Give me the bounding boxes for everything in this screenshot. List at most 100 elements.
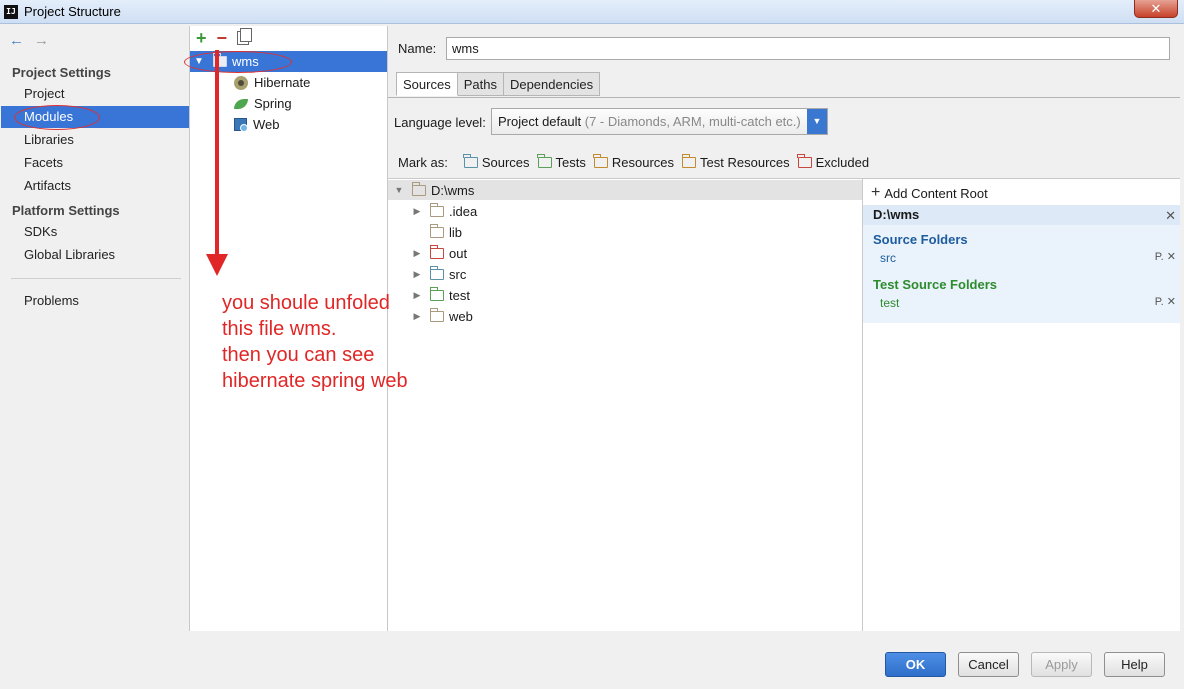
module-facet-hibernate[interactable]: Hibernate [234, 72, 310, 93]
tree-item-lib[interactable]: lib [429, 222, 463, 243]
module-name-field[interactable]: wms [446, 37, 1170, 60]
content-tree-root[interactable]: ▼ D:\wms [388, 180, 862, 200]
title-bar: IJ Project Structure ✕ [0, 0, 1184, 24]
folder-icon [411, 181, 426, 196]
help-button[interactable]: Help [1104, 652, 1165, 677]
language-level-select[interactable]: Project default (7 - Diamonds, ARM, mult… [491, 108, 828, 135]
mark-sources-button[interactable]: Sources [463, 154, 530, 170]
web-icon [234, 118, 248, 132]
tree-item-label: lib [449, 225, 463, 240]
back-arrow-icon[interactable]: ← [9, 32, 24, 49]
forward-arrow-icon[interactable]: → [34, 32, 49, 49]
annotation-text: you shoule unfoled this file wms. then y… [222, 290, 408, 394]
folder-icon [429, 224, 444, 238]
modules-highlight-ellipse [14, 105, 100, 130]
source-folder-entry[interactable]: src [880, 251, 896, 265]
project-settings-header: Project Settings [12, 65, 111, 80]
content-root-panel: + Add Content Root D:\wms ✕ Source Folde… [863, 178, 1180, 631]
annotation-arrow-shaft [215, 50, 219, 255]
content-root-path: D:\wms [873, 207, 920, 222]
tab-dependencies[interactable]: Dependencies [503, 72, 601, 96]
mark-excluded-button[interactable]: Excluded [797, 154, 869, 170]
tree-item-label: out [449, 246, 468, 261]
add-content-root-button[interactable]: + Add Content Root [871, 184, 988, 202]
tree-item-src[interactable]: ▶ src [410, 264, 466, 285]
nav-item-libraries[interactable]: Libraries [1, 129, 189, 151]
mark-tests-label: Tests [555, 155, 586, 170]
collapse-arrow-icon[interactable]: ▼ [392, 185, 406, 195]
module-toolbar: + − [196, 28, 253, 48]
test-source-folders-header: Test Source Folders [873, 277, 998, 292]
excluded-folder-icon [797, 154, 812, 168]
tree-item-web[interactable]: ▶ web [410, 306, 473, 327]
window-close-button[interactable]: ✕ [1134, 0, 1178, 18]
nav-item-global-libraries[interactable]: Global Libraries [1, 244, 189, 266]
tree-item-label: test [449, 288, 470, 303]
nav-item-problems[interactable]: Problems [1, 290, 189, 312]
nav-item-artifacts[interactable]: Artifacts [1, 175, 189, 197]
copy-module-icon[interactable] [237, 28, 253, 45]
ok-button[interactable]: OK [885, 652, 946, 677]
tests-folder-icon [429, 287, 444, 301]
language-level-value: Project default [498, 114, 582, 129]
tree-item-test[interactable]: ▶ test [410, 285, 470, 306]
expand-arrow-icon[interactable]: ▶ [410, 269, 424, 280]
tab-paths[interactable]: Paths [457, 72, 504, 96]
sources-folder-icon [463, 154, 478, 168]
wms-highlight-ellipse [184, 51, 292, 73]
platform-settings-header: Platform Settings [12, 203, 120, 218]
nav-item-project[interactable]: Project [1, 83, 189, 105]
mark-test-resources-label: Test Resources [700, 155, 790, 170]
source-entry-tools-icon[interactable]: P. ✕ [1155, 250, 1176, 263]
expand-arrow-icon[interactable]: ▶ [410, 290, 424, 301]
content-tree: ▼ D:\wms ▶ .idea lib ▶ out ▶ src ▶ test [388, 178, 863, 631]
annotation-line: then you can see [222, 344, 375, 366]
add-module-icon[interactable]: + [196, 28, 207, 48]
module-facet-web[interactable]: Web [234, 114, 280, 135]
tree-item-label: web [449, 309, 473, 324]
mark-test-resources-button[interactable]: Test Resources [681, 154, 790, 170]
expand-arrow-icon[interactable]: ▶ [410, 206, 424, 217]
test-entry-tools-icon[interactable]: P. ✕ [1155, 295, 1176, 308]
spring-icon [234, 98, 248, 109]
nav-item-facets[interactable]: Facets [1, 152, 189, 174]
expand-arrow-icon[interactable]: ▶ [410, 248, 424, 259]
test-resources-folder-icon [681, 154, 697, 168]
name-label: Name: [398, 41, 437, 56]
nav-divider [11, 278, 181, 279]
mark-as-row: Mark as: Sources Tests Resources Test Re… [398, 154, 877, 170]
content-root-label: D:\wms [431, 182, 475, 198]
add-content-root-label: Add Content Root [884, 185, 988, 201]
remove-module-icon[interactable]: − [217, 28, 228, 48]
test-folder-entry[interactable]: test [880, 296, 899, 310]
mark-tests-button[interactable]: Tests [537, 154, 586, 170]
tab-sources[interactable]: Sources [396, 72, 458, 96]
content-root-body: Source Folders src P. ✕ Test Source Fold… [863, 225, 1180, 323]
annotation-line: this file wms. [222, 318, 337, 340]
tree-item-out[interactable]: ▶ out [410, 243, 467, 264]
window-title: Project Structure [24, 4, 121, 19]
expand-arrow-icon[interactable]: ▶ [410, 311, 424, 322]
module-tabs: Sources Paths Dependencies [396, 72, 601, 96]
tests-folder-icon [537, 154, 552, 168]
annotation-line: hibernate spring web [222, 370, 408, 392]
source-folders-header: Source Folders [873, 232, 968, 247]
annotation-arrow-head-icon [206, 254, 228, 276]
tree-item-label: src [449, 267, 467, 282]
dialog-footer: OK Cancel Apply Help [0, 632, 1184, 689]
mark-resources-button[interactable]: Resources [593, 154, 674, 170]
content-root-header: D:\wms ✕ [863, 205, 1180, 225]
tree-item-label: .idea [449, 204, 478, 219]
remove-content-root-icon[interactable]: ✕ [1165, 206, 1176, 226]
tab-divider [388, 97, 1180, 98]
cancel-button[interactable]: Cancel [958, 652, 1019, 677]
add-icon: + [871, 184, 881, 201]
dropdown-arrow-icon[interactable]: ▼ [807, 109, 827, 134]
history-navigation: ← → [9, 32, 49, 49]
mark-sources-label: Sources [481, 155, 530, 170]
apply-button[interactable]: Apply [1031, 652, 1092, 677]
module-facet-spring[interactable]: Spring [234, 93, 292, 114]
language-level-label: Language level: [394, 115, 486, 130]
nav-item-sdks[interactable]: SDKs [1, 221, 189, 243]
tree-item-idea[interactable]: ▶ .idea [410, 201, 477, 222]
